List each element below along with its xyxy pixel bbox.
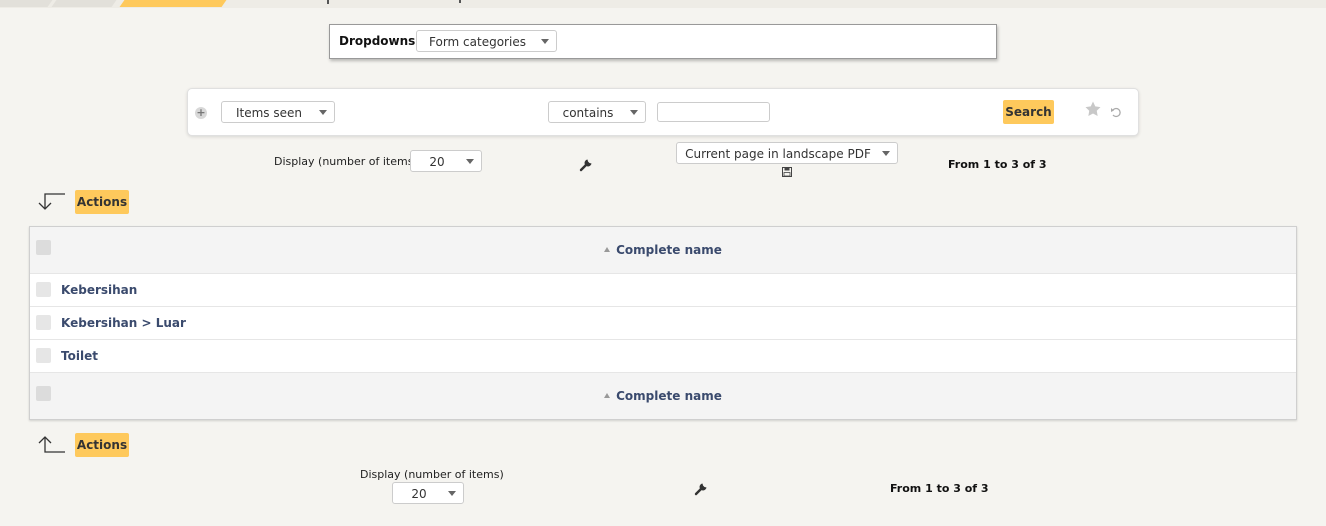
table-row: Kebersihan <box>30 274 1296 307</box>
table-row: Kebersihan > Luar <box>30 307 1296 340</box>
display-count-select-bottom[interactable]: 20 <box>392 482 464 504</box>
search-criteria-bar: + Items seen contains Search <box>187 88 1139 136</box>
row-checkbox[interactable] <box>36 282 51 297</box>
row-link[interactable]: Kebersihan > Luar <box>61 316 186 330</box>
operator-select-value: contains <box>562 106 614 120</box>
field-select[interactable]: Items seen <box>221 101 335 123</box>
sort-asc-icon <box>604 393 611 398</box>
column-footer-complete-name[interactable]: Complete name <box>30 389 1296 403</box>
tab-marker <box>327 0 329 4</box>
operator-select[interactable]: contains <box>548 101 646 123</box>
field-select-value: Items seen <box>235 106 302 120</box>
chevron-down-icon <box>448 491 456 496</box>
pagination-range: From 1 to 3 of 3 <box>948 158 1047 171</box>
display-count-value: 20 <box>429 155 445 169</box>
results-table: Complete name Kebersihan Kebersihan > Lu… <box>29 226 1297 420</box>
row-link[interactable]: Kebersihan <box>61 283 137 297</box>
chevron-down-icon <box>882 151 890 156</box>
arrow-down-icon <box>38 193 65 210</box>
table-footer-row: Complete name <box>30 373 1296 419</box>
table-row: Toilet <box>30 340 1296 373</box>
add-criterion-plus-icon[interactable]: + <box>195 107 207 119</box>
column-footer-label: Complete name <box>616 389 722 403</box>
star-icon[interactable] <box>1084 100 1102 118</box>
export-format-value: Current page in landscape PDF <box>685 147 871 161</box>
row-checkbox[interactable] <box>36 315 51 330</box>
pagination-range-bottom: From 1 to 3 of 3 <box>890 482 989 495</box>
dropdown-type-value: Form categories <box>429 35 526 49</box>
arrow-up-icon <box>38 436 65 453</box>
column-header-complete-name[interactable]: Complete name <box>30 243 1296 257</box>
tab-active[interactable] <box>119 0 227 7</box>
search-button[interactable]: Search <box>1003 100 1054 124</box>
chevron-down-icon <box>541 39 549 44</box>
search-value-input[interactable] <box>657 102 770 122</box>
chevron-down-icon <box>319 110 327 115</box>
wrench-icon[interactable] <box>579 156 595 172</box>
sort-asc-icon <box>604 247 611 252</box>
top-tab-strip <box>0 0 1326 8</box>
chevron-down-icon <box>630 110 638 115</box>
export-format-select[interactable]: Current page in landscape PDF <box>676 142 898 164</box>
actions-button-bottom[interactable]: Actions <box>75 433 129 457</box>
reset-icon[interactable] <box>1110 106 1122 118</box>
dropdowns-label: Dropdowns <box>339 34 416 48</box>
chevron-down-icon <box>466 159 474 164</box>
save-icon[interactable] <box>782 167 792 177</box>
display-count-value-bottom: 20 <box>411 487 427 501</box>
wrench-icon[interactable] <box>694 480 710 496</box>
row-checkbox[interactable] <box>36 348 51 363</box>
display-count-select[interactable]: 20 <box>410 150 482 172</box>
actions-button-top[interactable]: Actions <box>75 190 129 214</box>
tab-2[interactable] <box>51 0 117 7</box>
display-count-label-bottom: Display (number of items) <box>360 468 504 481</box>
tab-1[interactable] <box>0 0 53 7</box>
tab-marker <box>459 0 461 3</box>
dropdown-type-select[interactable]: Form categories <box>416 30 557 52</box>
row-link[interactable]: Toilet <box>61 349 98 363</box>
display-count-label: Display (number of items) <box>274 155 418 168</box>
column-header-label: Complete name <box>616 243 722 257</box>
dropdowns-header: Dropdowns Form categories <box>329 24 997 59</box>
table-header-row: Complete name <box>30 227 1296 274</box>
